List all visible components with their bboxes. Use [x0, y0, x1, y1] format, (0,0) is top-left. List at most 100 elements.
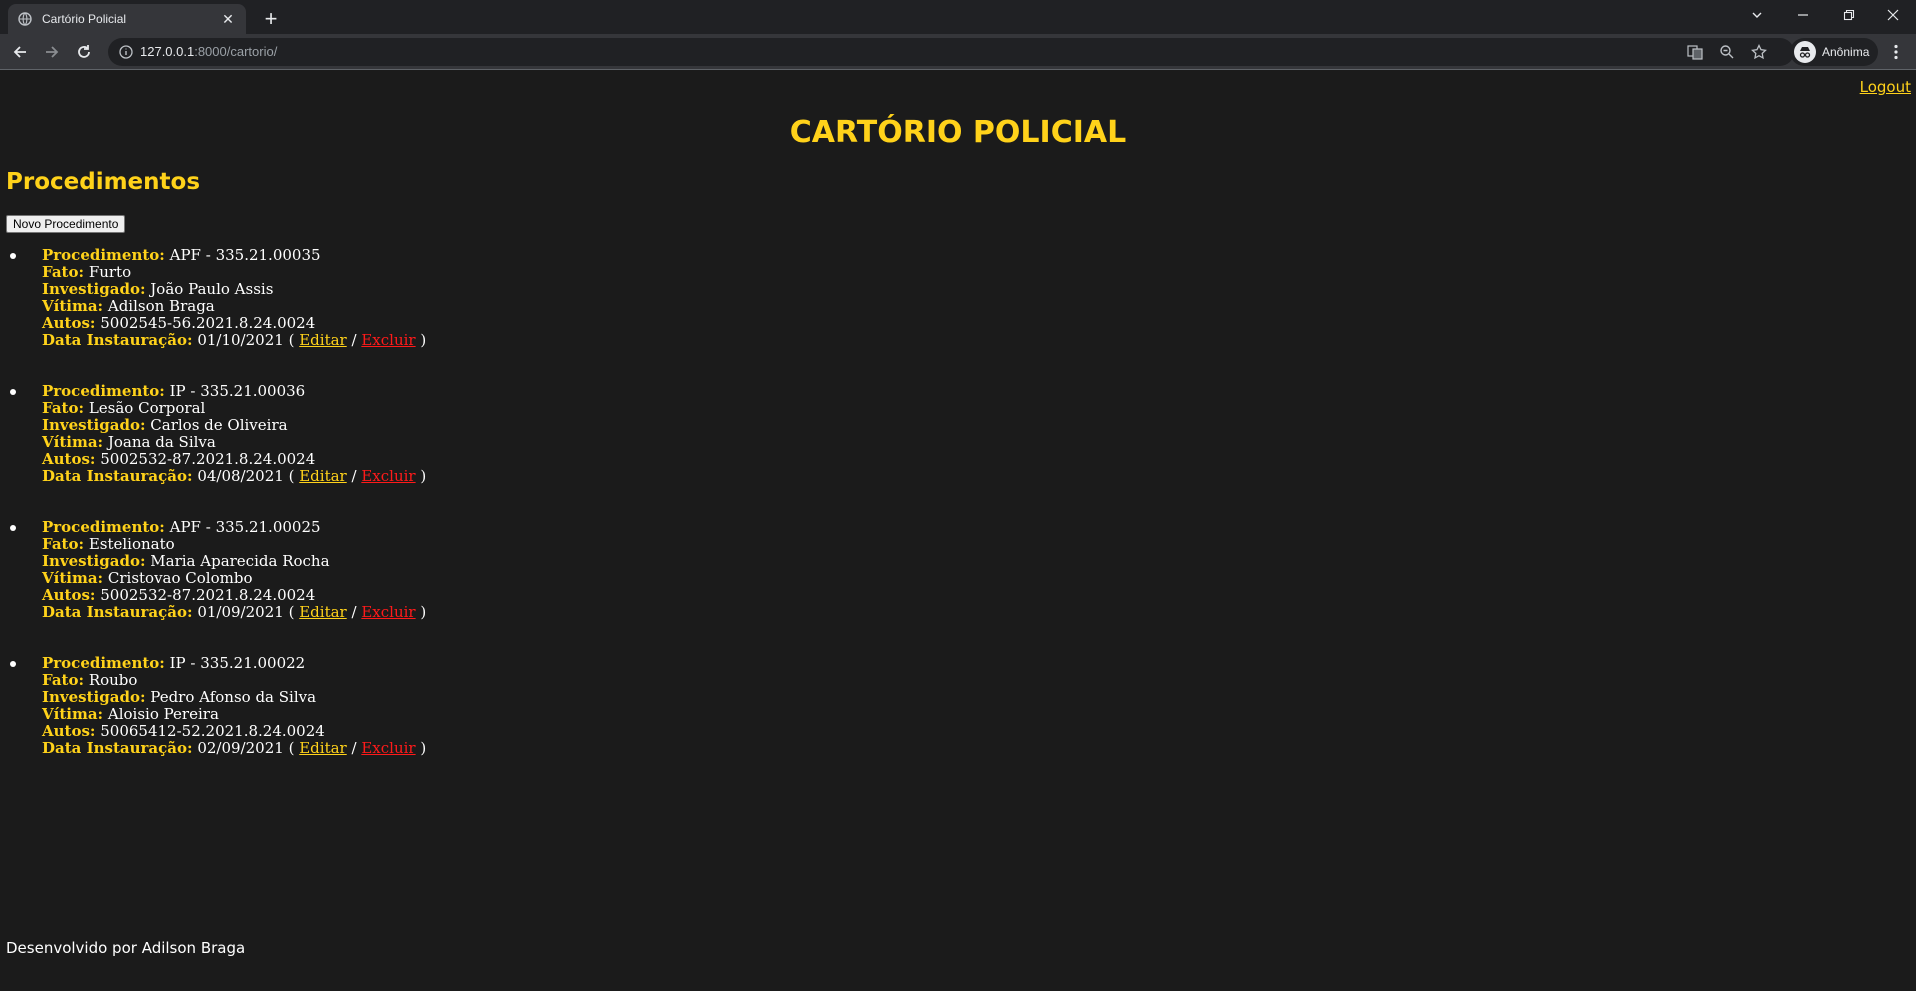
vitima-value: Aloisio Pereira [107, 705, 219, 723]
data-label: Data Instauração: [42, 467, 193, 485]
delete-link[interactable]: Excluir [361, 331, 415, 349]
autos-value: 5002532-87.2021.8.24.0024 [100, 450, 316, 468]
procedimento-label: Procedimento: [42, 518, 165, 536]
url-host: 127.0.0.1 [140, 44, 195, 59]
new-tab-icon[interactable]: + [258, 6, 284, 32]
fato-value: Furto [88, 263, 132, 281]
procedimento-label: Procedimento: [42, 246, 165, 264]
bullet [10, 389, 16, 395]
close-paren: ) [420, 467, 427, 485]
autos-value: 50065412-52.2021.8.24.0024 [100, 722, 325, 740]
close-window-icon[interactable] [1870, 0, 1916, 30]
close-paren: ) [420, 739, 427, 757]
edit-link[interactable]: Editar [299, 739, 347, 757]
fato-label: Fato: [42, 535, 85, 553]
procedimento-label: Procedimento: [42, 382, 165, 400]
forward-icon[interactable] [40, 40, 64, 64]
edit-link[interactable]: Editar [299, 603, 347, 621]
new-procedure-button[interactable]: Novo Procedimento [6, 215, 126, 233]
edit-link[interactable]: Editar [299, 331, 347, 349]
minimize-icon[interactable] [1780, 0, 1826, 30]
browser-tab[interactable]: Cartório Policial ✕ [8, 4, 246, 34]
separator: / [351, 331, 357, 349]
logout-link[interactable]: Logout [1860, 78, 1911, 96]
vitima-label: Vítima: [42, 569, 104, 587]
page-content: Logout CARTÓRIO POLICIAL Procedimentos N… [0, 71, 1916, 991]
translate-icon[interactable] [1686, 43, 1704, 61]
autos-value: 5002532-87.2021.8.24.0024 [100, 586, 316, 604]
procedure-item: Procedimento: APF - 335.21.00025 Fato: E… [10, 518, 642, 621]
investigado-label: Investigado: [42, 416, 146, 434]
investigado-label: Investigado: [42, 280, 146, 298]
footer-credit: Desenvolvido por Adilson Braga [6, 939, 246, 957]
delete-link[interactable]: Excluir [361, 739, 415, 757]
bullet [10, 661, 16, 667]
more-menu-icon[interactable] [1886, 42, 1906, 62]
data-value: 01/10/2021 [197, 331, 284, 349]
data-label: Data Instauração: [42, 603, 193, 621]
vitima-value: Joana da Silva [107, 433, 216, 451]
vitima-label: Vítima: [42, 297, 104, 315]
data-label: Data Instauração: [42, 739, 193, 757]
close-paren: ) [420, 331, 427, 349]
investigado-value: João Paulo Assis [150, 280, 274, 298]
zoom-out-icon[interactable] [1718, 43, 1736, 61]
tab-search-icon[interactable] [1734, 0, 1780, 30]
bullet [10, 525, 16, 531]
separator: / [351, 467, 357, 485]
open-paren: ( [288, 467, 295, 485]
bookmark-star-icon[interactable] [1750, 43, 1768, 61]
autos-label: Autos: [42, 450, 96, 468]
fato-label: Fato: [42, 263, 85, 281]
browser-toolbar: 127.0.0.1:8000/cartorio/ Anônima [0, 34, 1916, 70]
profile-label: Anônima [1822, 45, 1870, 59]
data-value: 02/09/2021 [197, 739, 284, 757]
incognito-icon [1794, 41, 1816, 63]
reload-icon[interactable] [72, 40, 96, 64]
investigado-label: Investigado: [42, 688, 146, 706]
url-path: :8000/cartorio/ [194, 44, 278, 59]
procedimento-value: IP - 335.21.00036 [169, 382, 306, 400]
data-value: 01/09/2021 [197, 603, 284, 621]
page-title: CARTÓRIO POLICIAL [789, 115, 1127, 150]
procedure-item: Procedimento: IP - 335.21.00022 Fato: Ro… [10, 654, 642, 757]
procedimento-value: APF - 335.21.00035 [169, 246, 321, 264]
fato-label: Fato: [42, 399, 85, 417]
url-text: 127.0.0.1:8000/cartorio/ [140, 44, 277, 59]
delete-link[interactable]: Excluir [361, 467, 415, 485]
back-icon[interactable] [8, 40, 32, 64]
fato-label: Fato: [42, 671, 85, 689]
vitima-value: Cristovao Colombo [107, 569, 253, 587]
address-bar[interactable]: 127.0.0.1:8000/cartorio/ [108, 38, 1794, 66]
edit-link[interactable]: Editar [299, 467, 347, 485]
delete-link[interactable]: Excluir [361, 603, 415, 621]
procedimento-value: IP - 335.21.00022 [169, 654, 306, 672]
vitima-value: Adilson Braga [107, 297, 215, 315]
autos-label: Autos: [42, 586, 96, 604]
autos-label: Autos: [42, 314, 96, 332]
profile-button[interactable]: Anônima [1790, 38, 1878, 66]
vitima-label: Vítima: [42, 433, 104, 451]
procedure-item: Procedimento: IP - 335.21.00036 Fato: Le… [10, 382, 642, 485]
vitima-label: Vítima: [42, 705, 104, 723]
close-paren: ) [420, 603, 427, 621]
section-title: Procedimentos [6, 169, 201, 195]
tab-strip: Cartório Policial ✕ + [0, 0, 1916, 34]
close-tab-icon[interactable]: ✕ [220, 11, 236, 27]
data-value: 04/08/2021 [197, 467, 284, 485]
autos-value: 5002545-56.2021.8.24.0024 [100, 314, 316, 332]
fato-value: Roubo [88, 671, 138, 689]
procedure-item: Procedimento: APF - 335.21.00035 Fato: F… [10, 246, 642, 349]
autos-label: Autos: [42, 722, 96, 740]
open-paren: ( [288, 739, 295, 757]
restore-icon[interactable] [1826, 0, 1872, 30]
site-info-icon[interactable] [118, 44, 134, 60]
procedimento-value: APF - 335.21.00025 [169, 518, 321, 536]
globe-icon [18, 12, 32, 26]
tab-title: Cartório Policial [42, 12, 127, 26]
investigado-value: Pedro Afonso da Silva [150, 688, 317, 706]
open-paren: ( [288, 603, 295, 621]
investigado-label: Investigado: [42, 552, 146, 570]
bullet [10, 253, 16, 259]
separator: / [351, 603, 357, 621]
